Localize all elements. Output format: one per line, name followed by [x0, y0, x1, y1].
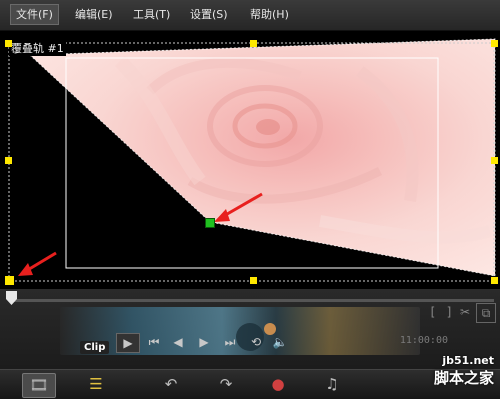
watermark-url: jb51.net	[442, 354, 494, 367]
resize-handle-top-left[interactable]	[5, 40, 12, 47]
repeat-icon[interactable]: ⟲	[248, 333, 264, 351]
previous-frame-button[interactable]: ◀	[170, 333, 186, 351]
volume-icon[interactable]: 🔈	[272, 333, 288, 351]
resize-handle-top-right[interactable]	[491, 40, 498, 47]
resize-handle-top[interactable]	[250, 40, 257, 47]
arrow-to-corner-handle	[18, 251, 57, 276]
preview-canvas	[8, 38, 496, 282]
site-watermark: jb51.net 脚本之家	[434, 354, 494, 388]
menu-settings[interactable]: 设置(S)	[185, 5, 233, 24]
resize-handle-bottom-right[interactable]	[491, 277, 498, 284]
menu-bar: 文件(F) 编辑(E) 工具(T) 设置(S) 帮助(H)	[0, 0, 500, 31]
next-frame-button[interactable]: ▶	[196, 333, 212, 351]
watermark-name: 脚本之家	[433, 369, 494, 387]
go-to-end-button[interactable]: ⏭	[222, 333, 238, 351]
player-panel: Clip ▶ ⏮ ◀ ▶ ⏭ ⟲ 🔈 11:00:00 [ ] ✂ ⧉	[0, 289, 500, 369]
split-clip-icon[interactable]: ✂	[456, 303, 474, 321]
scrub-bar[interactable]	[14, 299, 494, 302]
overlay-track-label: 覆叠轨 #1	[9, 40, 66, 56]
distort-control-point[interactable]	[205, 218, 215, 228]
undo-icon[interactable]: ↶	[155, 373, 187, 396]
resize-handle-right[interactable]	[491, 157, 498, 164]
resize-handle-bottom[interactable]	[250, 277, 257, 284]
scrub-head-icon[interactable]	[6, 291, 17, 305]
record-capture-icon[interactable]: ●	[262, 373, 294, 396]
resize-handle-left[interactable]	[5, 157, 12, 164]
overlay-image	[30, 39, 495, 276]
timeline-toolbar: 🎞 ☰ ↶ ↷ ● ♫	[0, 369, 500, 399]
menu-edit[interactable]: 编辑(E)	[70, 5, 118, 24]
redo-icon[interactable]: ↷	[210, 373, 242, 396]
play-button[interactable]: ▶	[116, 333, 140, 353]
preview-window: 覆叠轨 #1	[0, 31, 500, 289]
sound-mixer-icon[interactable]: ♫	[316, 373, 348, 396]
menu-tools[interactable]: 工具(T)	[128, 5, 175, 24]
menu-help[interactable]: 帮助(H)	[245, 5, 294, 24]
timecode-display: 11:00:00	[399, 335, 448, 346]
clip-thumbnail-strip	[60, 307, 420, 355]
resize-handle-bottom-left[interactable]	[5, 276, 14, 285]
copy-icon[interactable]: ⧉	[476, 303, 496, 323]
menu-file[interactable]: 文件(F)	[10, 4, 59, 25]
clip-mode-label[interactable]: Clip	[80, 341, 110, 354]
timeline-view-icon[interactable]: ☰	[80, 373, 112, 396]
storyboard-view-icon[interactable]: 🎞	[22, 373, 56, 398]
go-to-start-button[interactable]: ⏮	[146, 333, 162, 351]
